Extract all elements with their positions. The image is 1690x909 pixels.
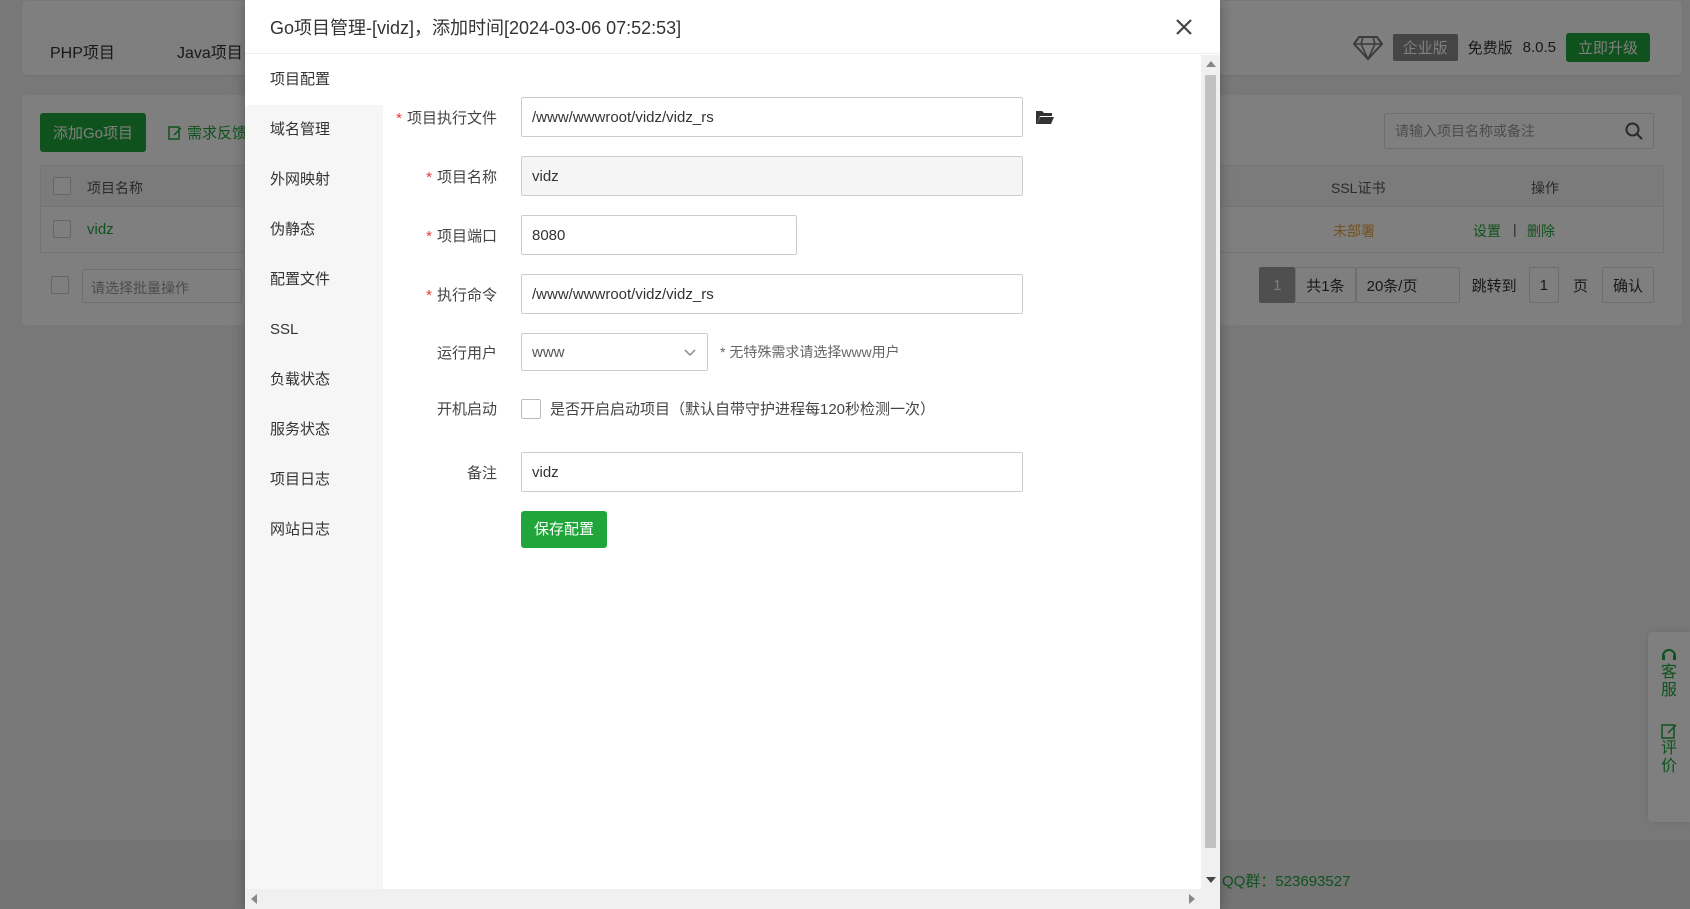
run-user-value: www — [532, 343, 565, 361]
boot-start-row: 开机启动 是否开启启动项目（默认自带守护进程每120秒检测一次） — [383, 398, 935, 419]
modal-side-nav: 项目配置 域名管理 外网映射 伪静态 配置文件 SSL 负载状态 服务状态 项目… — [245, 55, 383, 889]
boot-start-checkbox[interactable] — [521, 398, 541, 419]
modal-title: Go项目管理-[vidz]，添加时间[2024-03-06 07:52:53] — [270, 17, 682, 38]
save-config-button[interactable]: 保存配置 — [521, 511, 608, 548]
project-config-form: * 项目执行文件 /www/wwwroot/vidz/vidz_rs * 项目名称 … — [383, 55, 1201, 889]
exec-file-label: * 项目执行文件 — [396, 109, 497, 127]
vertical-scroll-thumb[interactable] — [1205, 75, 1216, 848]
boot-start-label: 开机启动 — [436, 401, 497, 418]
exec-command-label: * 执行命令 — [426, 286, 497, 304]
close-icon[interactable] — [1173, 16, 1195, 38]
nav-domain-management[interactable]: 域名管理 — [245, 105, 383, 155]
project-port-label: * 项目端口 — [426, 227, 497, 245]
run-user-select[interactable]: www — [521, 333, 708, 371]
remark-row: 备注 vidz — [383, 452, 1023, 492]
go-project-modal: Go项目管理-[vidz]，添加时间[2024-03-06 07:52:53] … — [245, 0, 1220, 909]
folder-open-icon[interactable] — [1035, 108, 1055, 126]
scroll-right-arrow[interactable] — [1189, 894, 1195, 904]
run-user-row: 运行用户 www * 无特殊需求请选择www用户 — [383, 333, 900, 371]
nav-config-file[interactable]: 配置文件 — [245, 255, 383, 305]
remark-label: 备注 — [466, 464, 497, 482]
nav-site-log[interactable]: 网站日志 — [245, 505, 383, 555]
run-user-hint: * 无特殊需求请选择www用户 — [720, 344, 900, 360]
nav-external-mapping[interactable]: 外网映射 — [245, 155, 383, 205]
chevron-down-icon — [684, 349, 696, 357]
project-port-row: * 项目端口 8080 — [383, 215, 797, 255]
save-row: 保存配置 — [521, 511, 608, 548]
exec-command-input[interactable]: /www/wwwroot/vidz/vidz_rs — [521, 274, 1023, 314]
run-user-label: 运行用户 — [436, 344, 497, 362]
exec-file-input[interactable]: /www/wwwroot/vidz/vidz_rs — [521, 97, 1023, 137]
scroll-up-arrow[interactable] — [1206, 61, 1216, 67]
scroll-down-arrow[interactable] — [1206, 877, 1216, 883]
modal-header: Go项目管理-[vidz]，添加时间[2024-03-06 07:52:53] — [245, 0, 1220, 54]
project-name-label: * 项目名称 — [426, 168, 497, 186]
remark-input[interactable]: vidz — [521, 452, 1023, 492]
scroll-left-arrow[interactable] — [251, 894, 257, 904]
nav-load-status[interactable]: 负载状态 — [245, 355, 383, 405]
exec-file-row: * 项目执行文件 /www/wwwroot/vidz/vidz_rs — [383, 97, 1055, 137]
project-name-input[interactable]: vidz — [521, 156, 1023, 196]
nav-rewrite[interactable]: 伪静态 — [245, 205, 383, 255]
nav-project-config[interactable]: 项目配置 — [245, 55, 383, 105]
modal-body: 项目配置 域名管理 外网映射 伪静态 配置文件 SSL 负载状态 服务状态 项目… — [245, 55, 1220, 909]
nav-project-log[interactable]: 项目日志 — [245, 455, 383, 505]
exec-command-row: * 执行命令 /www/wwwroot/vidz/vidz_rs — [383, 274, 1023, 314]
project-port-input[interactable]: 8080 — [521, 215, 797, 255]
nav-service-status[interactable]: 服务状态 — [245, 405, 383, 455]
nav-ssl[interactable]: SSL — [245, 305, 383, 355]
project-name-row: * 项目名称 vidz — [383, 156, 1023, 196]
vertical-scrollbar[interactable] — [1201, 55, 1220, 889]
required-mark: * — [396, 109, 402, 127]
boot-start-description: 是否开启启动项目（默认自带守护进程每120秒检测一次） — [550, 401, 936, 418]
horizontal-scrollbar[interactable] — [245, 889, 1220, 909]
